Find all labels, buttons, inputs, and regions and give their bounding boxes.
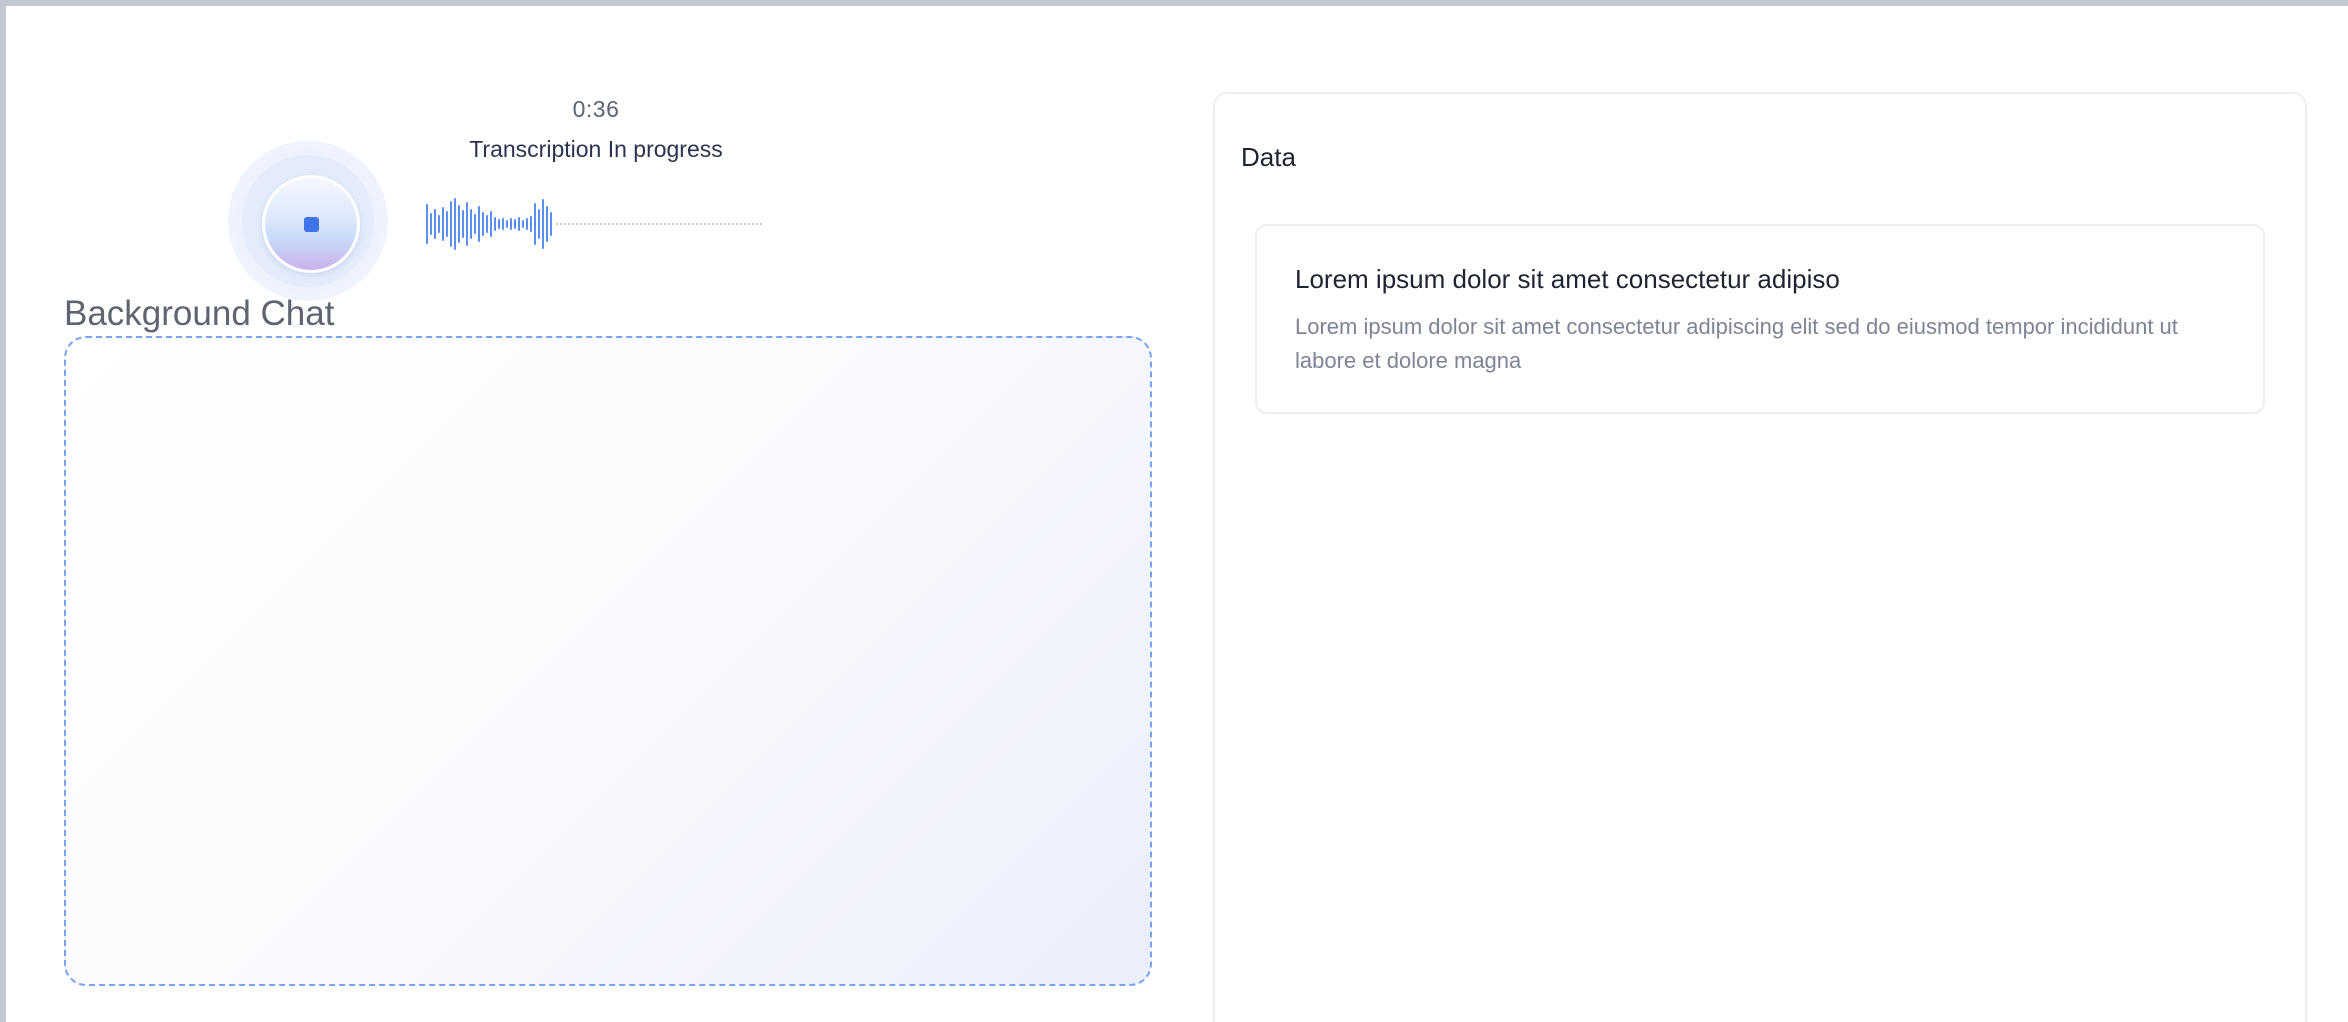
record-button-halo <box>228 141 388 301</box>
background-chat-title: Background Chat <box>64 294 335 333</box>
background-chat-area[interactable] <box>64 336 1152 986</box>
data-card-title: Lorem ipsum dolor sit amet consectetur a… <box>1295 264 1840 294</box>
recording-timer: 0:36 <box>572 96 620 122</box>
audio-waveform-icon <box>426 198 762 250</box>
record-button-ring <box>242 155 374 287</box>
transcription-status: Transcription In progress <box>469 136 723 162</box>
stop-recording-button[interactable] <box>262 175 360 273</box>
data-card[interactable]: Lorem ipsum dolor sit amet consectetur a… <box>1255 224 2265 414</box>
data-panel-title: Data <box>1241 142 1296 172</box>
stop-icon <box>304 217 319 232</box>
data-panel: Data Lorem ipsum dolor sit amet consecte… <box>1213 92 2307 1022</box>
data-card-description: Lorem ipsum dolor sit amet consectetur a… <box>1295 314 2178 373</box>
app-window: 0:36 Transcription In progress Backgroun… <box>6 6 2348 1022</box>
